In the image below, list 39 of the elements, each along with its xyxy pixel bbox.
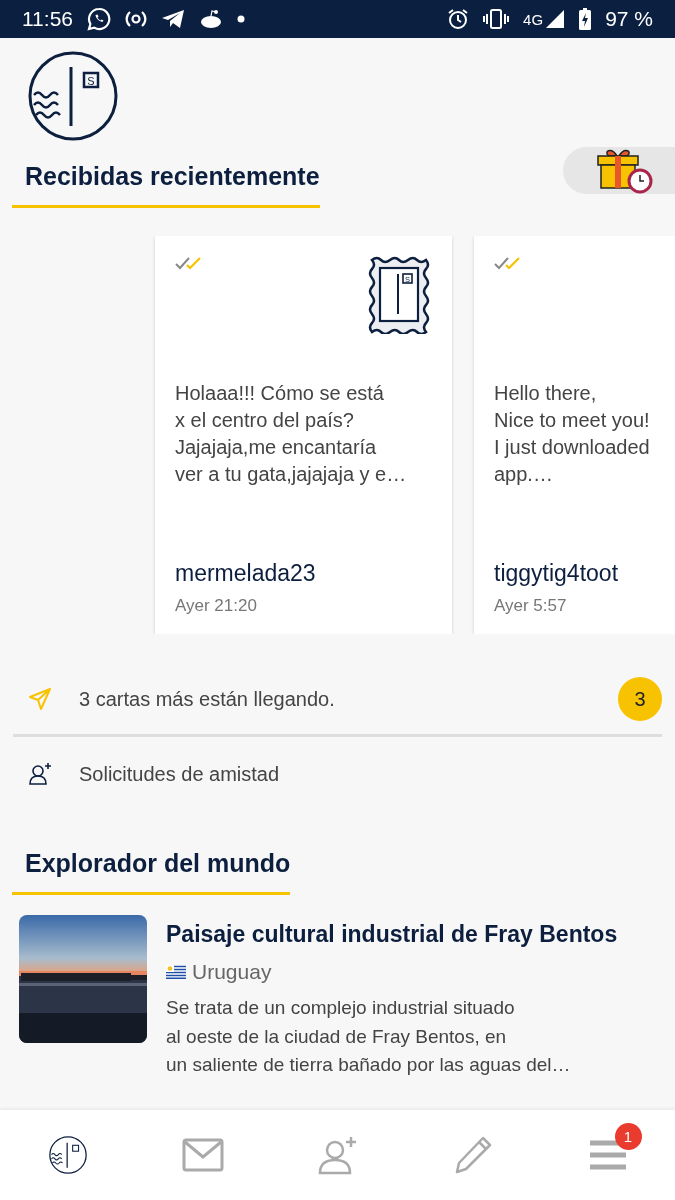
clock: 11:56 bbox=[22, 7, 73, 31]
add-friend-icon bbox=[316, 1135, 359, 1175]
paper-plane-icon bbox=[28, 687, 52, 711]
section-title: Recibidas recientemente bbox=[24, 162, 320, 191]
article-title[interactable]: Paisaje cultural industrial de Fray Bentos bbox=[166, 921, 618, 948]
letter-time: Ayer 5:57 bbox=[494, 596, 568, 616]
country-name: Uruguay bbox=[192, 960, 272, 984]
signal-icon bbox=[545, 9, 566, 29]
logo-icon bbox=[48, 1136, 87, 1174]
gift-button[interactable] bbox=[563, 146, 675, 194]
friend-requests-row[interactable]: Solicitudes de amistad bbox=[0, 737, 675, 811]
reddit-icon bbox=[199, 9, 223, 29]
count-badge: 3 bbox=[618, 677, 662, 721]
sender-name: tiggytig4toot bbox=[494, 560, 620, 587]
uruguay-flag-icon bbox=[166, 965, 186, 979]
network-label: 4G bbox=[523, 10, 544, 28]
battery-icon bbox=[579, 8, 592, 30]
whatsapp-icon bbox=[87, 7, 111, 31]
letter-card[interactable]: Hello there, Nice to meet you! I just downloaded app.… tiggytig4toot Ayer 5:57 bbox=[474, 236, 675, 634]
nav-tab[interactable]: 1 bbox=[575, 1125, 640, 1185]
notification-dot-icon bbox=[237, 15, 245, 23]
sender-name: mermelada23 bbox=[175, 560, 317, 587]
arriving-text: 3 cartas más están llegando. bbox=[79, 687, 336, 711]
letter-time: Ayer 21:20 bbox=[175, 596, 258, 616]
battery-percentage: 97 % bbox=[605, 7, 653, 31]
letter-preview: Hello there, Nice to meet you! I just downloaded app.… bbox=[494, 381, 651, 487]
alarm-icon bbox=[447, 8, 470, 30]
telegram-icon bbox=[161, 9, 185, 29]
notification-badge: 1 bbox=[614, 1123, 642, 1150]
app-logo: S bbox=[28, 51, 118, 141]
mail-icon bbox=[181, 1138, 224, 1172]
hotspot-icon bbox=[125, 10, 147, 28]
add-friend-icon bbox=[28, 762, 52, 786]
section-title: Explorador del mundo bbox=[24, 849, 291, 878]
friend-requests-text: Solicitudes de amistad bbox=[79, 762, 281, 786]
vibrate-icon bbox=[483, 8, 510, 30]
article-description: Se trata de un complejo industrial situado al oeste de la ciudad de Fray Bentos, en un saliente de tierra bañado por las aguas del… bbox=[166, 996, 572, 1077]
letter-preview: Holaaa!!! Cómo se está x el centro del país? Jajajaja,me encantaría ver a tu gata,jajajaja y e… bbox=[175, 381, 408, 487]
arriving-row[interactable]: 3 cartas más están llegando. 3 bbox=[0, 664, 675, 734]
